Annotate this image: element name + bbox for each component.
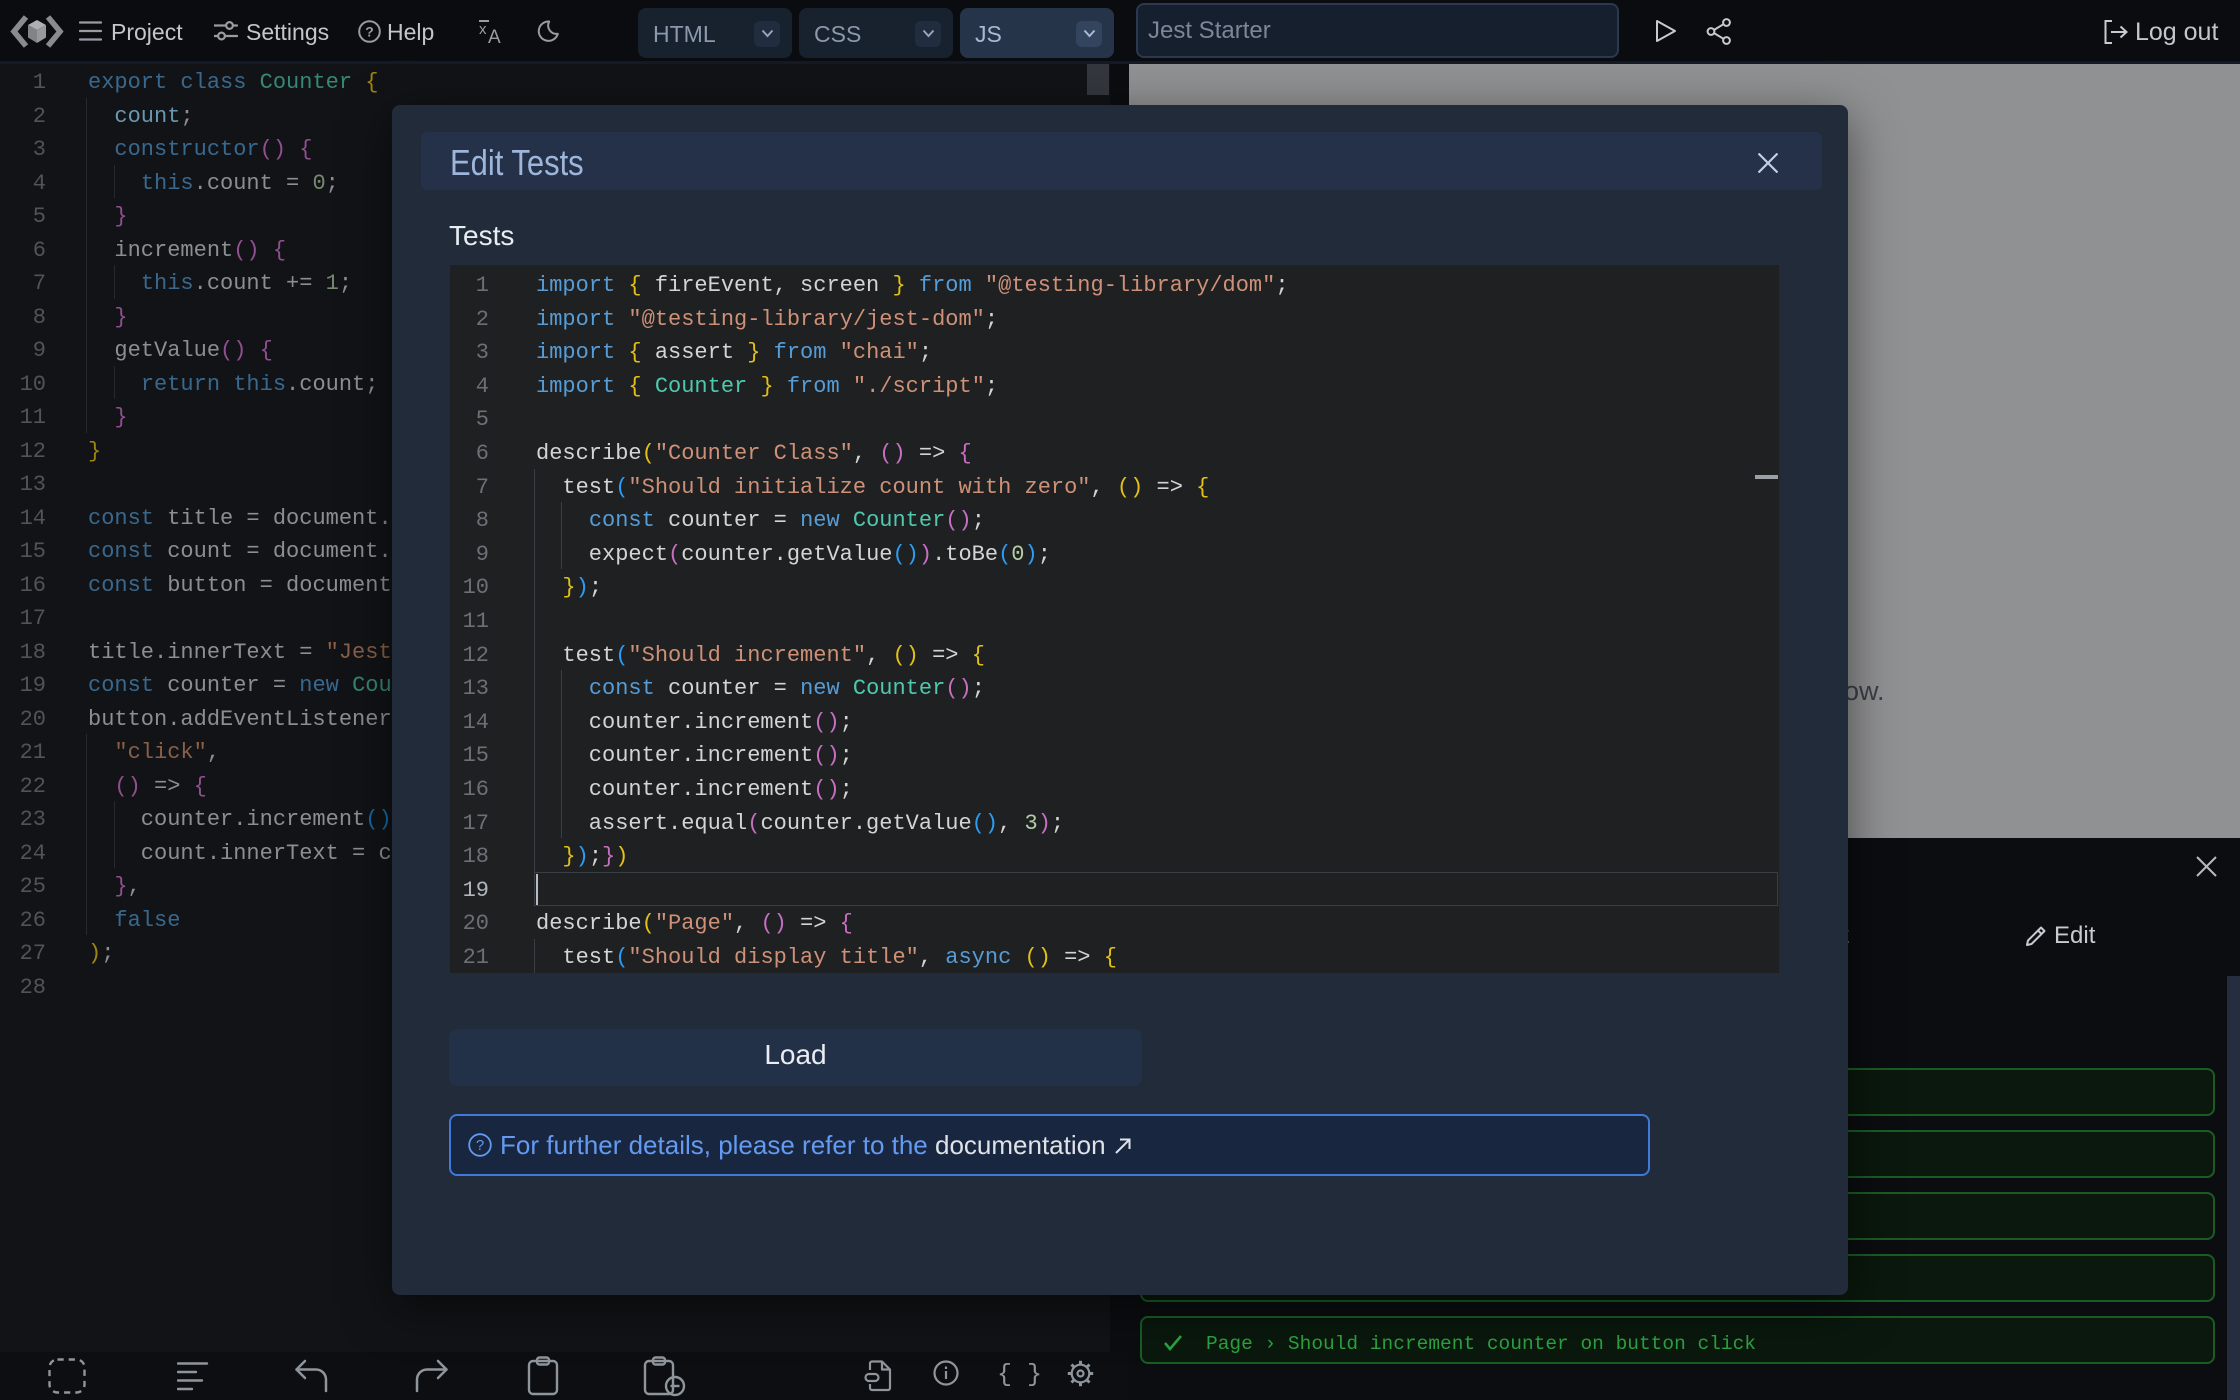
svg-text:A: A xyxy=(488,27,501,45)
svg-text:x: x xyxy=(479,21,487,38)
svg-text:?: ? xyxy=(365,24,374,40)
svg-text:?: ? xyxy=(476,1137,484,1154)
